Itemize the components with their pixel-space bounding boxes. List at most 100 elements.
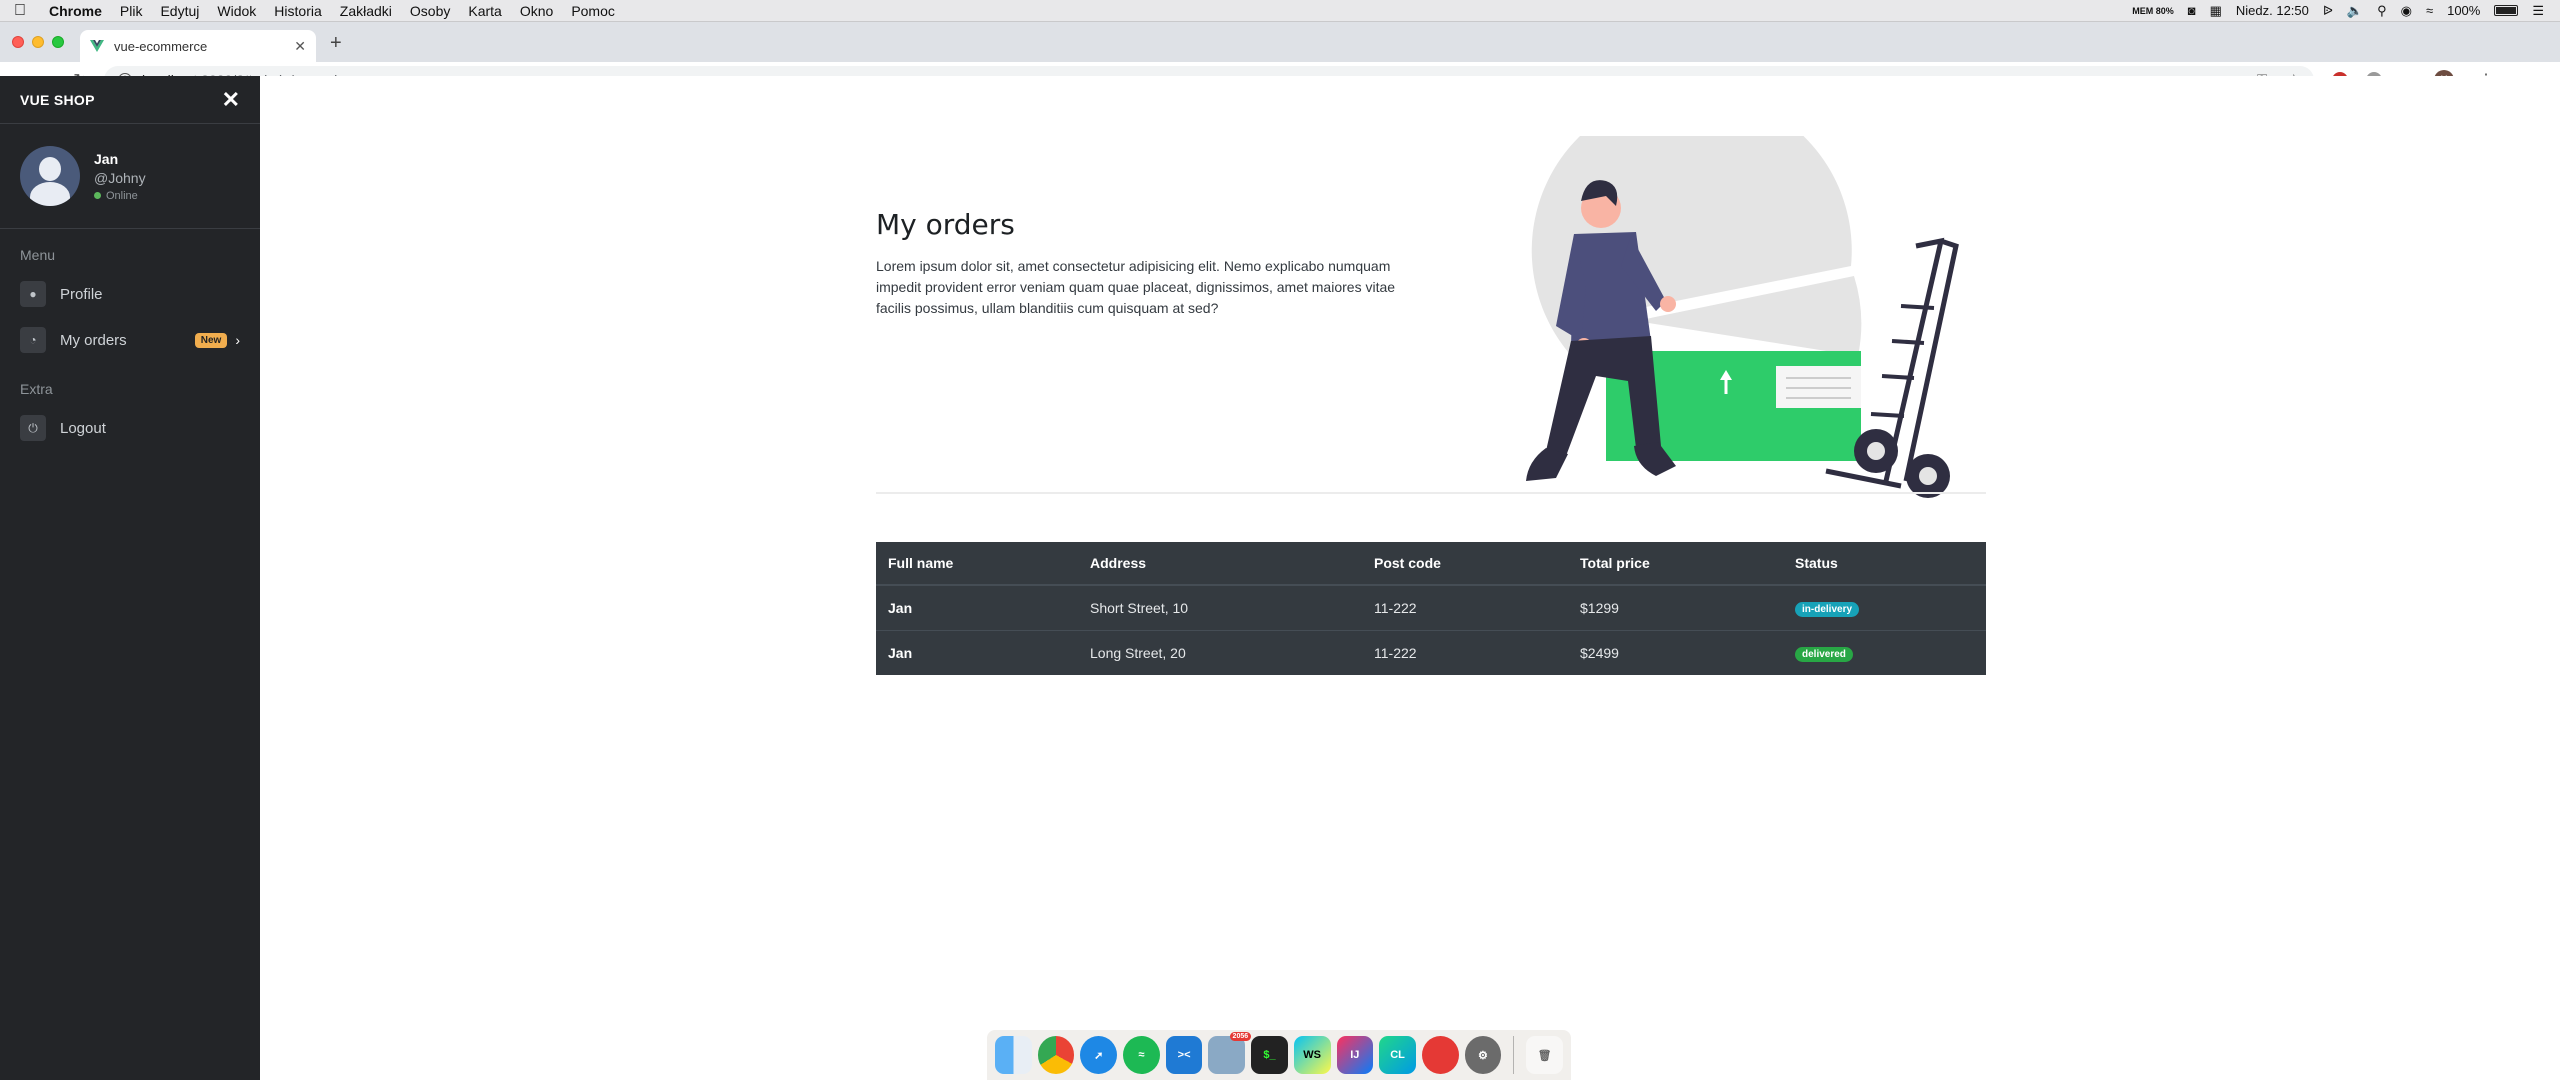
window-controls <box>12 36 64 48</box>
sidebar-user-panel: Jan @Johny Online <box>0 124 260 229</box>
search-icon[interactable]: ⚲ <box>2377 3 2387 19</box>
chevron-right-icon: › <box>235 332 240 348</box>
menu-app-chrome[interactable]: Chrome <box>40 3 111 19</box>
page-title: My orders <box>876 208 1015 241</box>
sidebar-item-my-orders[interactable]: ◔ My orders New › <box>0 317 260 363</box>
table-row[interactable]: Jan Short Street, 10 11-222 $1299 in-del… <box>876 584 1986 631</box>
cell-price: $1299 <box>1568 584 1783 631</box>
menu-plik[interactable]: Plik <box>111 3 152 19</box>
delivery-illustration <box>1526 136 1959 498</box>
safari-icon[interactable]: ➚ <box>1080 1036 1118 1074</box>
clion-icon[interactable]: CL <box>1379 1036 1416 1074</box>
col-post-code[interactable]: Post code <box>1362 542 1568 586</box>
menubar-clock[interactable]: Niedz. 12:50 <box>2236 3 2309 18</box>
menu-zakladki[interactable]: Zakładki <box>331 3 401 19</box>
new-tab-button[interactable]: + <box>330 32 342 55</box>
system-preferences-icon[interactable]: ⚙ <box>1464 1036 1502 1074</box>
apple-menu-icon[interactable]:  <box>0 2 40 20</box>
cell-address: Short Street, 10 <box>1078 584 1362 631</box>
notes-icon[interactable]: ▦ <box>2210 3 2222 19</box>
section-divider <box>876 492 1986 494</box>
battery-percent[interactable]: 100% <box>2447 3 2480 18</box>
minimize-window-button[interactable] <box>32 36 44 48</box>
cell-name: Jan <box>876 584 1078 631</box>
trash-icon[interactable]: 🗑 <box>1526 1036 1563 1074</box>
user-icon: ● <box>20 281 46 307</box>
orders-table: Full name Address Post code Total price … <box>876 542 1986 675</box>
menu-okno[interactable]: Okno <box>511 3 562 19</box>
close-window-button[interactable] <box>12 36 24 48</box>
user-avatar <box>20 146 80 206</box>
tab-title: vue-ecommerce <box>114 38 208 54</box>
user-name: Jan <box>94 150 119 167</box>
macos-dock: ➚ ≈ >< 2056 $_ WS IJ CL ⚙ 🗑 <box>987 1030 1571 1080</box>
col-full-name[interactable]: Full name <box>876 542 1078 586</box>
user-status: Online <box>94 190 146 202</box>
main-content: My orders Lorem ipsum dolor sit, amet co… <box>260 76 2560 1080</box>
battery-icon[interactable] <box>2494 5 2519 16</box>
user-status-label: Online <box>106 189 138 202</box>
preview-badge: 2056 <box>1229 1032 1252 1041</box>
menubar-status-area: MEM 80% ◙ ▦ Niedz. 12:50 ᐉ 🔈 ⚲ ◉ ≈ 100% … <box>2132 3 2560 19</box>
alfred-icon[interactable]: ◙ <box>2188 3 2196 18</box>
sidebar-brand[interactable]: VUE SHOP <box>20 92 95 108</box>
sidebar-item-label: Logout <box>60 419 106 437</box>
cell-post-code: 11-222 <box>1362 584 1568 631</box>
menu-widok[interactable]: Widok <box>208 3 265 19</box>
user-handle: @Johny <box>94 169 146 186</box>
orders-hero: My orders Lorem ipsum dolor sit, amet co… <box>876 136 1986 498</box>
cell-post-code: 11-222 <box>1362 630 1568 675</box>
vscode-icon[interactable]: >< <box>1165 1036 1203 1074</box>
volume-icon[interactable]: 🔈 <box>2347 3 2363 19</box>
vue-logo-icon <box>90 40 104 52</box>
menu-karta[interactable]: Karta <box>459 3 510 19</box>
online-dot-icon <box>94 192 101 199</box>
tab-vue-ecommerce[interactable]: vue-ecommerce ✕ <box>80 30 316 62</box>
chrome-icon[interactable] <box>1037 1036 1075 1074</box>
finder-icon[interactable] <box>995 1036 1032 1074</box>
page-viewport: VUE SHOP ✕ Jan @Johny Online Menu ● Prof… <box>0 76 2560 1080</box>
speedometer-icon: ◔ <box>20 327 46 353</box>
sidebar-item-logout[interactable]: ⏻ Logout <box>0 405 260 451</box>
menu-osoby[interactable]: Osoby <box>401 3 459 19</box>
status-badge: delivered <box>1795 647 1853 662</box>
notification-center-icon[interactable]: ☰ <box>2532 3 2544 19</box>
terminal-icon[interactable]: $_ <box>1251 1036 1288 1074</box>
admin-sidebar: VUE SHOP ✕ Jan @Johny Online Menu ● Prof… <box>0 76 260 1080</box>
tab-close-icon[interactable]: ✕ <box>294 38 306 55</box>
sidebar-item-label: My orders <box>60 331 127 349</box>
cell-address: Long Street, 20 <box>1078 630 1362 675</box>
memory-indicator[interactable]: MEM 80% <box>2132 6 2174 16</box>
tab-strip: vue-ecommerce ✕ + <box>0 22 2560 62</box>
table-row[interactable]: Jan Long Street, 20 11-222 $2499 deliver… <box>876 630 1986 675</box>
menu-edytuj[interactable]: Edytuj <box>151 3 208 19</box>
col-total-price[interactable]: Total price <box>1568 542 1783 586</box>
sidebar-item-profile[interactable]: ● Profile <box>0 271 260 317</box>
sidebar-section-menu: Menu <box>20 247 56 263</box>
sidebar-close-icon[interactable]: ✕ <box>222 87 240 113</box>
intellij-icon[interactable]: IJ <box>1336 1036 1374 1074</box>
wifi-icon[interactable]: ≈ <box>2426 3 2433 18</box>
preview-icon[interactable]: 2056 <box>1208 1032 1252 1074</box>
sidebar-section-extra: Extra <box>20 381 53 397</box>
page-description: Lorem ipsum dolor sit, amet consectetur … <box>876 258 1396 316</box>
col-status[interactable]: Status <box>1783 542 1986 586</box>
spotify-icon[interactable]: ≈ <box>1123 1036 1160 1074</box>
dock-separator <box>1513 1036 1515 1074</box>
sketch-icon[interactable] <box>1421 1036 1459 1074</box>
cell-name: Jan <box>876 630 1078 675</box>
status-badge: in-delivery <box>1795 602 1860 617</box>
siri-icon[interactable]: ◉ <box>2401 3 2412 19</box>
bluetooth-icon[interactable]: ᐉ <box>2323 3 2333 19</box>
new-badge: New <box>194 332 228 348</box>
menu-pomoc[interactable]: Pomoc <box>562 3 624 19</box>
cell-price: $2499 <box>1568 630 1783 675</box>
sidebar-header: VUE SHOP ✕ <box>0 76 260 124</box>
table-header-row: Full name Address Post code Total price … <box>876 542 1986 586</box>
col-address[interactable]: Address <box>1078 542 1362 586</box>
menu-historia[interactable]: Historia <box>265 3 330 19</box>
macos-menubar:  Chrome Plik Edytuj Widok Historia Zakł… <box>0 0 2560 22</box>
webstorm-icon[interactable]: WS <box>1293 1036 1331 1074</box>
zoom-window-button[interactable] <box>52 36 64 48</box>
sidebar-item-label: Profile <box>60 285 103 303</box>
